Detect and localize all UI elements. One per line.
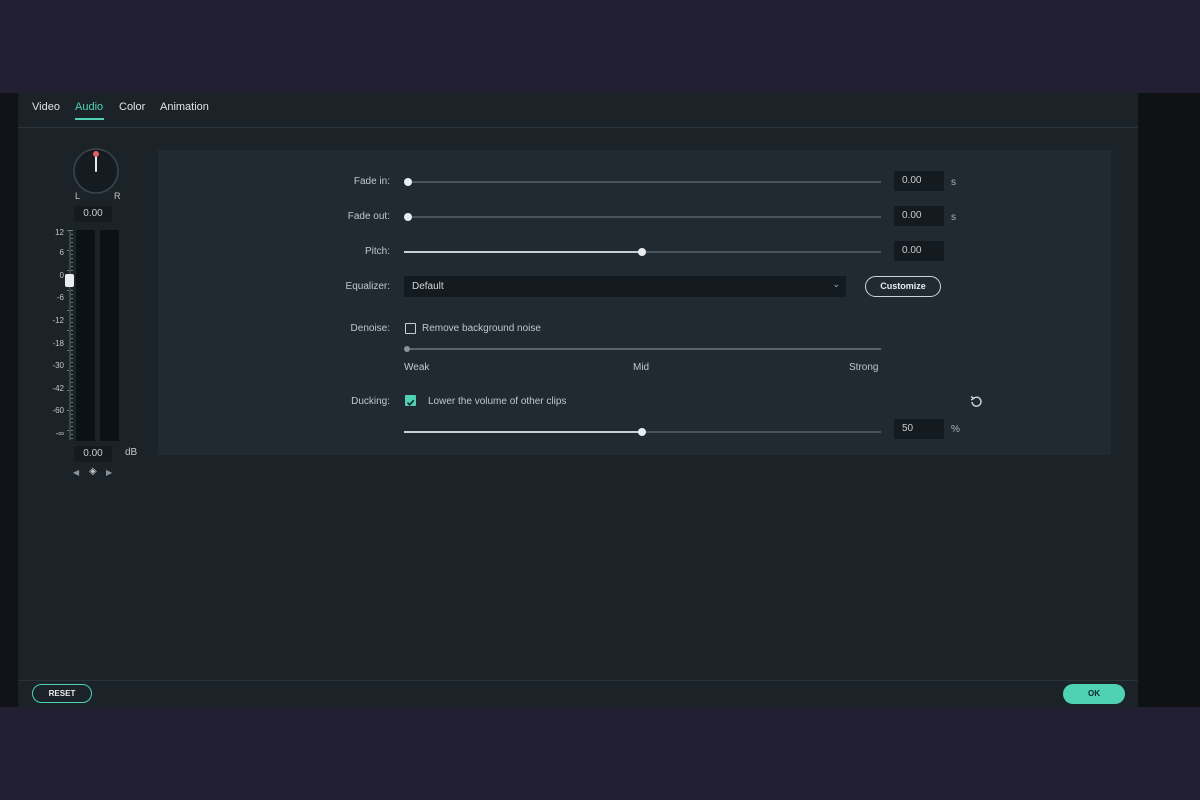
fade-in-slider[interactable] <box>404 181 881 183</box>
scale-label: -30 <box>52 361 64 370</box>
checkmark-icon <box>406 399 415 406</box>
pitch-slider-fill <box>404 251 642 253</box>
fade-out-unit: s <box>951 212 956 223</box>
reset-button[interactable]: RESET <box>32 684 92 703</box>
fade-in-slider-handle[interactable] <box>404 178 412 186</box>
fade-in-label: Fade in: <box>353 176 390 187</box>
ducking-label: Ducking: <box>351 396 390 407</box>
scale-label: -12 <box>52 316 64 325</box>
pitch-slider-handle[interactable] <box>638 248 646 256</box>
denoise-level-weak: Weak <box>404 362 430 373</box>
scale-label: -18 <box>52 339 64 348</box>
pan-value[interactable]: 0.00 <box>74 206 112 222</box>
add-keyframe-icon[interactable]: ◈ <box>89 466 97 477</box>
tab-video[interactable]: Video <box>32 101 60 113</box>
pitch-label: Pitch: <box>364 246 390 257</box>
ducking-slider-fill <box>404 431 642 433</box>
denoise-label: Denoise: <box>350 323 390 334</box>
reset-icon[interactable] <box>968 394 984 410</box>
scale-label: 6 <box>59 248 64 257</box>
prev-keyframe-icon[interactable]: ◀ <box>73 468 79 477</box>
fade-out-input[interactable]: 0.00 <box>894 206 944 226</box>
scale-label: -60 <box>52 406 64 415</box>
fade-out-slider-handle[interactable] <box>404 213 412 221</box>
ducking-unit: % <box>951 424 960 435</box>
equalizer-dropdown[interactable]: Default ⌄ <box>404 276 846 297</box>
ducking-checkbox[interactable] <box>405 395 416 406</box>
ducking-checkbox-label: Lower the volume of other clips <box>428 396 567 407</box>
tab-separator <box>18 127 1138 128</box>
volume-fader-track <box>69 231 71 440</box>
equalizer-label: Equalizer: <box>345 281 390 292</box>
fade-in-input[interactable]: 0.00 <box>894 171 944 191</box>
denoise-level-strong: Strong <box>849 362 879 373</box>
denoise-checkbox[interactable] <box>405 323 416 334</box>
denoise-slider[interactable] <box>404 348 881 350</box>
denoise-level-mid: Mid <box>633 362 650 373</box>
ok-button[interactable]: OK <box>1063 684 1125 704</box>
left-edge <box>0 93 18 707</box>
pitch-input[interactable]: 0.00 <box>894 241 944 261</box>
pan-knob[interactable] <box>72 147 120 195</box>
footer-separator <box>18 680 1138 681</box>
right-edge <box>1138 93 1200 707</box>
active-tab-indicator <box>75 118 104 120</box>
chevron-down-icon: ⌄ <box>832 279 840 289</box>
scale-label: -6 <box>56 293 64 302</box>
tab-color[interactable]: Color <box>119 101 145 113</box>
volume-value[interactable]: 0.00 <box>74 446 112 462</box>
pan-left-label: L <box>75 191 81 201</box>
tab-animation[interactable]: Animation <box>160 101 209 113</box>
equalizer-selected: Default <box>412 281 444 292</box>
tab-audio[interactable]: Audio <box>75 101 103 113</box>
pan-marker <box>93 151 99 157</box>
denoise-checkbox-label: Remove background noise <box>422 323 541 334</box>
customize-button[interactable]: Customize <box>865 276 941 297</box>
denoise-slider-handle[interactable] <box>404 346 410 352</box>
pan-right-label: R <box>114 191 121 201</box>
ducking-slider-handle[interactable] <box>638 428 646 436</box>
fade-in-unit: s <box>951 177 956 188</box>
volume-fader-handle[interactable] <box>65 274 74 287</box>
scale-label: 0 <box>59 271 64 280</box>
scale-label: 12 <box>55 228 64 237</box>
meter-right-channel <box>100 230 119 441</box>
fade-out-slider[interactable] <box>404 216 881 218</box>
scale-label: -∞ <box>55 429 64 438</box>
next-keyframe-icon[interactable]: ▶ <box>106 468 112 477</box>
fade-out-label: Fade out: <box>347 211 390 222</box>
ducking-input[interactable]: 50 <box>894 419 944 439</box>
volume-unit: dB <box>125 447 138 458</box>
scale-label: -42 <box>52 384 64 393</box>
meter-left-channel <box>76 230 95 441</box>
